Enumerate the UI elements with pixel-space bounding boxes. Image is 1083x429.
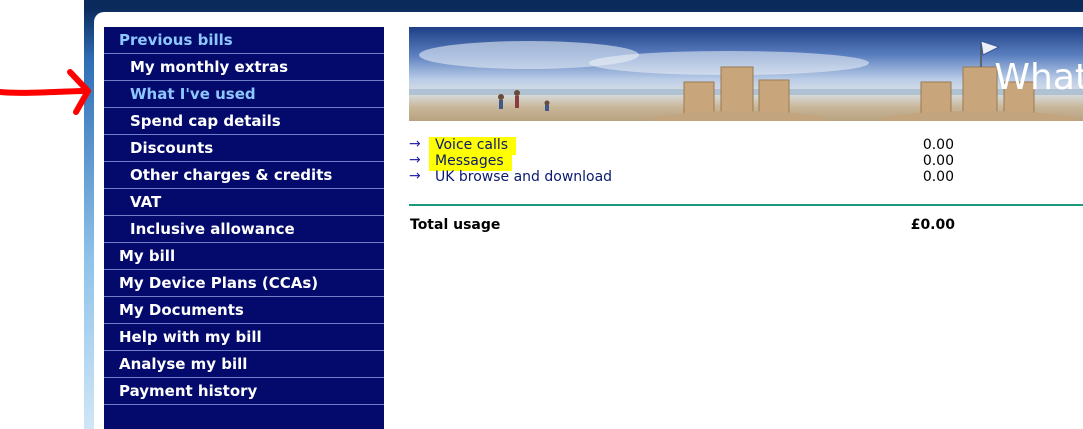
usage-label[interactable]: UK browse and download (435, 169, 612, 185)
usage-row-messages: → Messages 0.00 (409, 152, 969, 171)
sidebar-item-discounts[interactable]: Discounts (104, 135, 384, 162)
usage-row-voice-calls: → Voice calls 0.00 (409, 136, 969, 155)
banner-title: What (994, 57, 1083, 98)
usage-list: → Voice calls 0.00 → Messages 0.00 → UK … (409, 136, 969, 185)
banner-image: What (409, 27, 1083, 121)
sidebar-item-my-documents[interactable]: My Documents (104, 297, 384, 324)
arrow-right-icon: → (409, 168, 421, 184)
sidebar-item-what-ive-used[interactable]: What I've used (104, 81, 384, 108)
sidebar-nav: Previous bills My monthly extras What I'… (104, 27, 384, 429)
total-usage-label: Total usage (410, 217, 501, 233)
sidebar-item-my-monthly-extras[interactable]: My monthly extras (104, 54, 384, 81)
sidebar-item-analyse-my-bill[interactable]: Analyse my bill (104, 351, 384, 378)
usage-value: 0.00 (922, 169, 954, 185)
arrow-right-icon: → (409, 136, 421, 152)
sidebar-item-my-device-plans[interactable]: My Device Plans (CCAs) (104, 270, 384, 297)
usage-value: 0.00 (922, 137, 954, 153)
usage-value: 0.00 (922, 153, 954, 169)
sidebar-item-help-with-my-bill[interactable]: Help with my bill (104, 324, 384, 351)
sidebar-item-other-charges-credits[interactable]: Other charges & credits (104, 162, 384, 189)
arrow-right-icon: → (409, 152, 421, 168)
sidebar-item-inclusive-allowance[interactable]: Inclusive allowance (104, 216, 384, 243)
sidebar-item-my-bill[interactable]: My bill (104, 243, 384, 270)
sidebar-item-payment-history[interactable]: Payment history (104, 378, 384, 405)
sandcastle-beach-image (409, 40, 1083, 121)
total-usage-value: £0.00 (910, 217, 955, 233)
red-annotation-arrow-icon (0, 69, 91, 115)
sidebar-item-spend-cap-details[interactable]: Spend cap details (104, 108, 384, 135)
usage-row-uk-browse: → UK browse and download 0.00 (409, 168, 969, 185)
divider (409, 204, 1083, 206)
sidebar-item-previous-bills[interactable]: Previous bills (104, 27, 384, 54)
sidebar-item-vat[interactable]: VAT (104, 189, 384, 216)
